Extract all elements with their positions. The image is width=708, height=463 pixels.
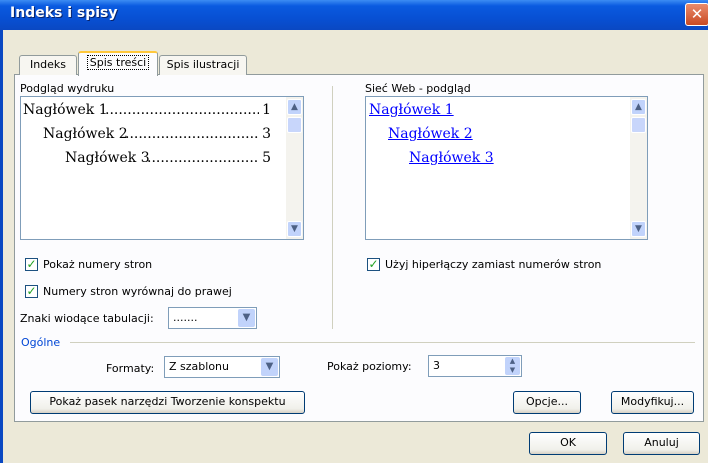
- tab-leader-select[interactable]: ....... ▼: [168, 307, 257, 329]
- web-preview-label: Sieć Web - podgląd: [365, 82, 471, 95]
- check-icon: ✓: [26, 284, 37, 298]
- spin-down-icon[interactable]: ▼: [505, 366, 520, 375]
- print-entry-1: Nagłówek 1 .............................…: [23, 102, 271, 118]
- tab-spis-tresci[interactable]: Spis treści: [78, 51, 158, 76]
- formats-label: Formaty:: [106, 362, 155, 375]
- web-entry-3[interactable]: Nagłówek 3: [409, 150, 494, 166]
- scroll-thumb[interactable]: [287, 117, 302, 133]
- web-preview-box: Nagłówek 1 Nagłówek 2 Nagłówek 3 ▲ ▼: [365, 96, 648, 240]
- print-preview-scrollbar[interactable]: ▲ ▼: [286, 97, 303, 239]
- tab-label: Spis treści: [86, 55, 150, 70]
- chevron-down-icon[interactable]: ▼: [261, 358, 278, 376]
- window-frame: [0, 30, 3, 463]
- column-divider: [332, 86, 333, 329]
- web-preview-scrollbar[interactable]: ▲ ▼: [630, 97, 647, 239]
- use-hyperlinks-checkbox[interactable]: ✓: [367, 257, 380, 271]
- options-button[interactable]: Opcje...: [513, 391, 581, 414]
- levels-spin-buttons[interactable]: ▲ ▼: [505, 357, 520, 375]
- right-align-checkbox[interactable]: ✓: [25, 284, 38, 298]
- tab-indeks[interactable]: Indeks: [19, 55, 77, 75]
- scroll-up-icon[interactable]: ▲: [287, 99, 302, 115]
- check-icon: ✓: [26, 257, 37, 271]
- scroll-down-icon[interactable]: ▼: [631, 221, 646, 237]
- levels-spinner[interactable]: 3 ▲ ▼: [428, 355, 522, 377]
- print-entry-2: Nagłówek 2 .............................…: [43, 126, 271, 142]
- show-page-numbers-label[interactable]: Pokaż numery stron: [43, 258, 152, 271]
- window-title: Indeks i spisy: [10, 5, 118, 21]
- cancel-button[interactable]: Anuluj: [623, 432, 700, 455]
- chevron-down-icon[interactable]: ▼: [238, 309, 255, 327]
- web-entry-1[interactable]: Nagłówek 1: [369, 102, 454, 118]
- right-align-label[interactable]: Numery stron wyrównaj do prawej: [43, 285, 232, 298]
- print-entry-3: Nagłówek 3 .............................…: [65, 150, 271, 166]
- tab-label: Spis ilustracji: [166, 58, 240, 71]
- tab-spis-ilustracji[interactable]: Spis ilustracji: [159, 55, 247, 75]
- tab-leader-label: Znaki wiodące tabulacji:: [20, 312, 154, 325]
- modify-button[interactable]: Modyfikuj...: [611, 391, 694, 414]
- show-page-numbers-checkbox[interactable]: ✓: [25, 257, 38, 271]
- scroll-up-icon[interactable]: ▲: [631, 99, 646, 115]
- print-preview-box: Nagłówek 1 .............................…: [20, 96, 304, 240]
- dialog-window: Indeks i spisy ✕ Indeks Spis treści Spis…: [0, 0, 708, 463]
- title-bar[interactable]: Indeks i spisy ✕: [0, 0, 708, 30]
- ok-button[interactable]: OK: [529, 432, 607, 455]
- spin-up-icon[interactable]: ▲: [505, 357, 520, 366]
- formats-select[interactable]: Z szablonu ▼: [164, 356, 280, 378]
- scroll-thumb[interactable]: [631, 117, 646, 133]
- scroll-down-icon[interactable]: ▼: [287, 221, 302, 237]
- use-hyperlinks-label[interactable]: Użyj hiperłączy zamiast numerów stron: [385, 258, 601, 271]
- close-icon[interactable]: ✕: [685, 3, 708, 26]
- tab-label: Indeks: [29, 58, 67, 71]
- group-divider: [70, 342, 695, 343]
- print-preview-label: Podgląd wydruku: [20, 82, 115, 95]
- levels-label: Pokaż poziomy:: [327, 360, 412, 373]
- outline-toolbar-button[interactable]: Pokaż pasek narzędzi Tworzenie konspektu: [30, 391, 305, 414]
- general-group-title: Ogólne: [21, 336, 61, 349]
- web-entry-2[interactable]: Nagłówek 2: [388, 126, 473, 142]
- check-icon: ✓: [368, 257, 379, 271]
